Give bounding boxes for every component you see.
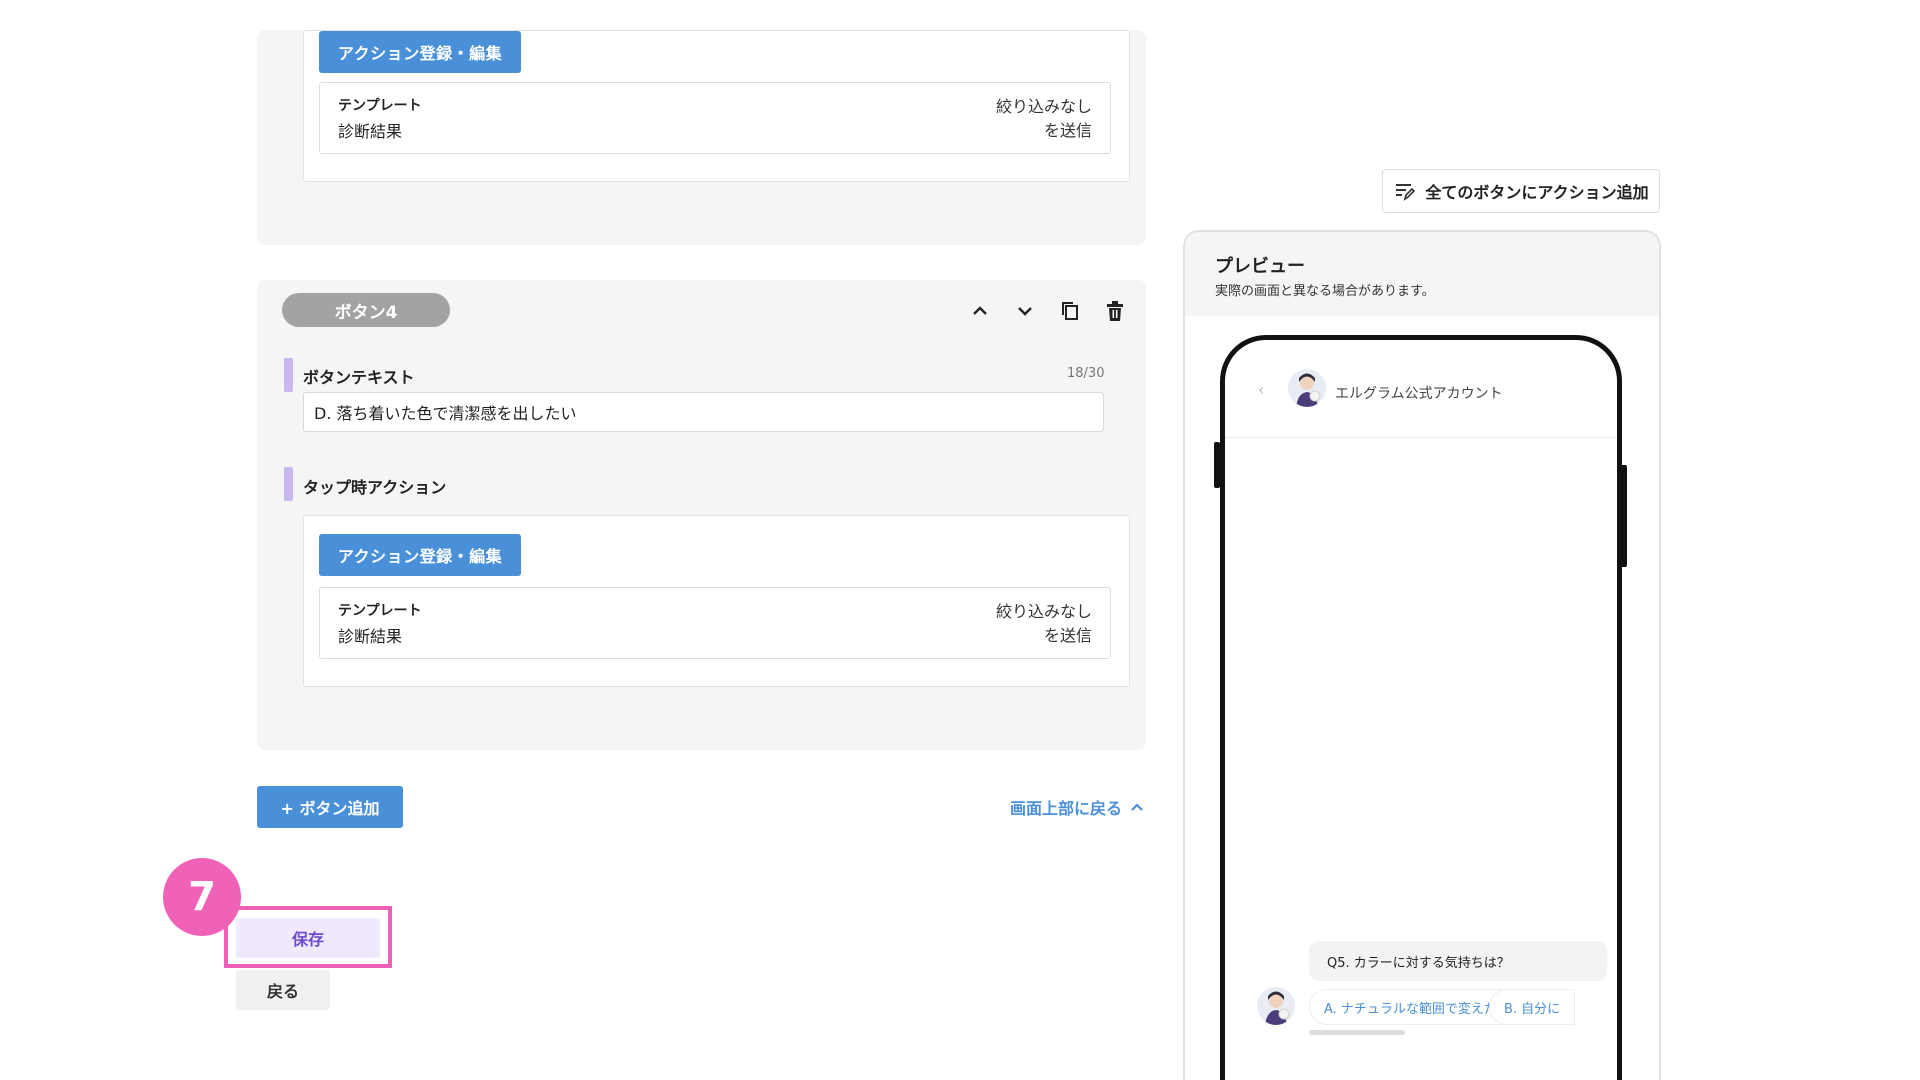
template-label: テンプレート bbox=[338, 98, 422, 114]
template-value: 診断結果 bbox=[338, 627, 403, 646]
preview-header: プレビュー 実際の画面と異なる場合があります。 bbox=[1185, 232, 1659, 316]
back-to-top-link[interactable]: 画面上部に戻る bbox=[1010, 795, 1144, 819]
step-number-badge: 7 bbox=[163, 858, 241, 936]
tap-action-section-bar bbox=[284, 467, 293, 501]
message-avatar bbox=[1257, 987, 1295, 1025]
char-counter: 18/30 bbox=[1067, 366, 1105, 381]
button-4-action-register-button[interactable]: アクション登録・編集 bbox=[319, 534, 521, 576]
template-label: テンプレート bbox=[338, 603, 422, 619]
add-action-to-all-buttons-button[interactable]: 全てのボタンにアクション追加 bbox=[1382, 169, 1660, 213]
back-button[interactable]: 戻る bbox=[236, 970, 330, 1010]
add-action-to-all-label: 全てのボタンにアクション追加 bbox=[1425, 183, 1649, 202]
button-3-action-register-button[interactable]: アクション登録・編集 bbox=[319, 31, 521, 73]
move-up-icon[interactable] bbox=[966, 297, 994, 325]
back-to-top-label: 画面上部に戻る bbox=[1010, 799, 1123, 818]
button-4-action-box: アクション登録・編集 テンプレート 診断結果 絞り込みなし を送信 bbox=[303, 515, 1130, 687]
move-down-icon[interactable] bbox=[1011, 297, 1039, 325]
button-4-template-box: テンプレート 診断結果 絞り込みなし を送信 bbox=[319, 587, 1111, 659]
chat-header: ‹ エルグラム公式アカウント bbox=[1225, 340, 1617, 438]
tap-action-label: タップ時アクション bbox=[303, 478, 447, 497]
save-button[interactable]: 保存 bbox=[236, 918, 380, 958]
question-text: Q5. カラーに対する気持ちは？ bbox=[1327, 955, 1510, 971]
template-value: 診断結果 bbox=[338, 122, 403, 141]
send-text: を送信 bbox=[1043, 121, 1092, 140]
filter-edit-icon bbox=[1396, 184, 1416, 201]
phone-mockup: ‹ エルグラム公式アカウント Q5. カラーに対する気持ちは？ A. ナチュラル… bbox=[1220, 335, 1622, 1080]
filter-text: 絞り込みなし bbox=[995, 602, 1092, 621]
filter-text: 絞り込みなし bbox=[995, 97, 1092, 116]
button-3-action-box: アクション登録・編集 テンプレート 診断結果 絞り込みなし を送信 bbox=[303, 30, 1130, 182]
button-text-input[interactable] bbox=[303, 392, 1104, 432]
add-button-button[interactable]: + ボタン追加 bbox=[257, 786, 403, 828]
preview-title: プレビュー bbox=[1215, 256, 1305, 277]
button-text-section-bar bbox=[284, 358, 293, 392]
question-bubble: Q5. カラーに対する気持ちは？ bbox=[1309, 941, 1607, 981]
quick-reply-scrollbar[interactable] bbox=[1309, 1030, 1405, 1035]
account-avatar bbox=[1288, 369, 1326, 407]
copy-icon[interactable] bbox=[1056, 297, 1084, 325]
button-4-badge: ボタン4 bbox=[282, 293, 450, 327]
button-3-template-box: テンプレート 診断結果 絞り込みなし を送信 bbox=[319, 82, 1111, 154]
quick-reply-b[interactable]: B. 自分に bbox=[1489, 989, 1576, 1025]
preview-subtitle: 実際の画面と異なる場合があります。 bbox=[1215, 284, 1435, 299]
button-3-panel: アクション登録・編集 テンプレート 診断結果 絞り込みなし を送信 bbox=[257, 30, 1146, 245]
button-text-label: ボタンテキスト bbox=[303, 368, 415, 387]
send-text: を送信 bbox=[1043, 626, 1092, 645]
account-name: エルグラム公式アカウント bbox=[1335, 386, 1503, 402]
chevron-up-icon bbox=[1131, 803, 1143, 811]
chevron-left-icon: ‹ bbox=[1258, 380, 1265, 399]
delete-icon[interactable] bbox=[1101, 297, 1129, 325]
